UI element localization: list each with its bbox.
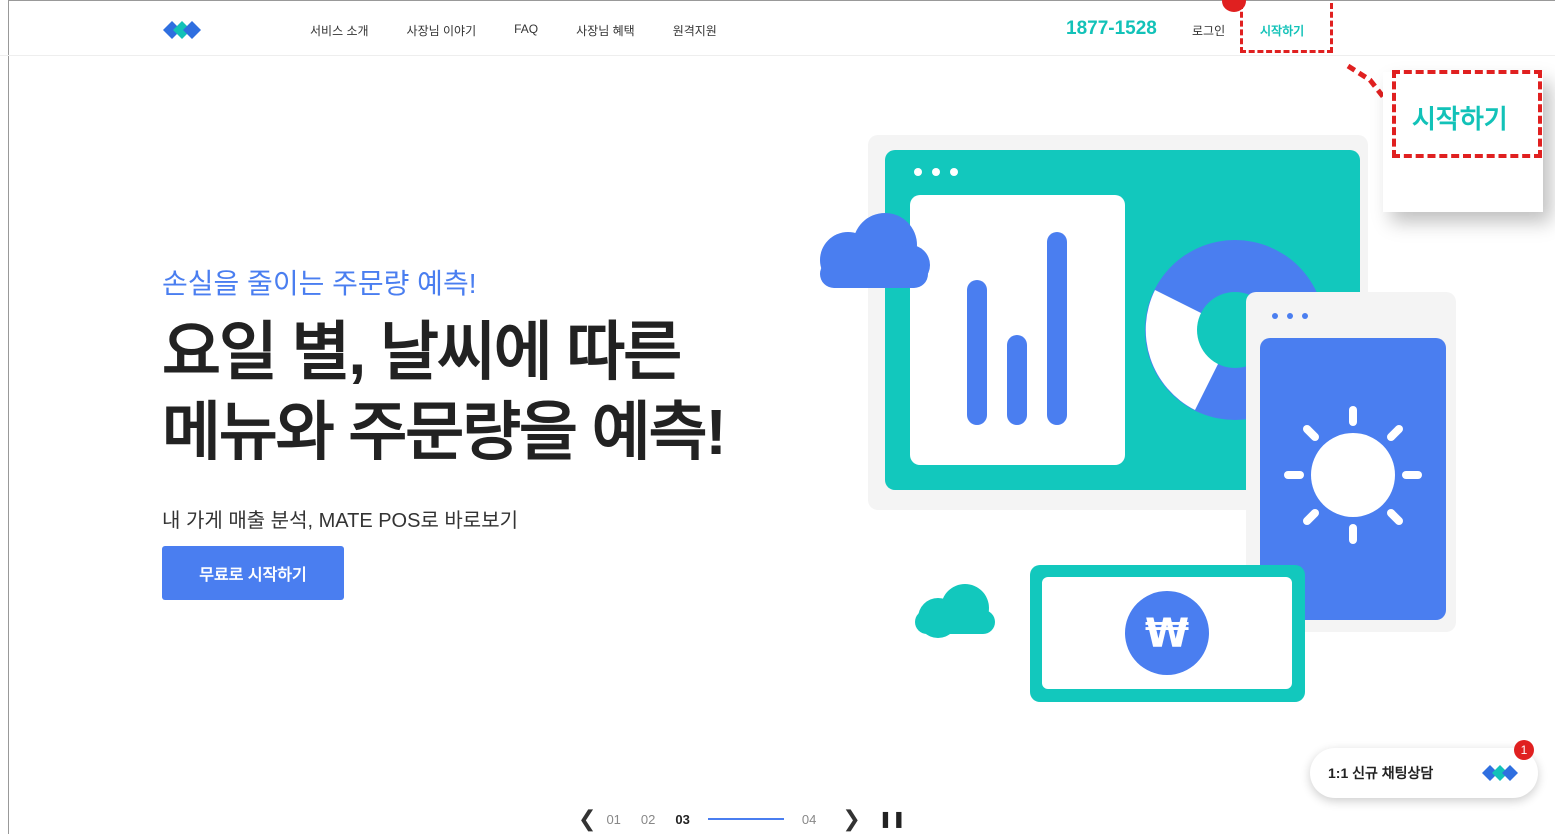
highlight-box — [1240, 3, 1333, 53]
chevron-left-icon[interactable]: ❮ — [578, 806, 596, 832]
nav-item-remote[interactable]: 원격지원 — [673, 22, 717, 39]
chevron-right-icon[interactable]: ❯ — [842, 806, 860, 832]
slide-progress — [707, 818, 784, 820]
slider-controls: ❮ 01 02 03 04 ❯ ❚❚ — [578, 806, 906, 832]
chat-badge: 1 — [1514, 740, 1534, 760]
slide-04[interactable]: 04 — [802, 812, 816, 827]
nav-item-benefits[interactable]: 사장님 혜택 — [576, 22, 635, 39]
nav-item-service[interactable]: 서비스 소개 — [310, 22, 369, 39]
mate-logo[interactable] — [160, 15, 210, 45]
free-start-button[interactable]: 무료로 시작하기 — [162, 546, 344, 600]
hero-title-line2: 메뉴와 주문량을 예측! — [162, 396, 727, 468]
slide-02[interactable]: 02 — [641, 812, 655, 827]
svg-text:₩: ₩ — [1145, 611, 1189, 657]
slide-01[interactable]: 01 — [606, 812, 620, 827]
chat-logo-icon — [1482, 765, 1518, 781]
nav-item-faq[interactable]: FAQ — [514, 22, 538, 39]
hero-title: 요일 별, 날씨에 따른 메뉴와 주문량을 예측! — [162, 312, 727, 472]
hero-subtitle: 손실을 줄이는 주문량 예측! — [162, 268, 477, 299]
pause-icon[interactable]: ❚❚ — [879, 809, 906, 829]
chat-button[interactable]: 1:1 신규 채팅상담 — [1310, 748, 1538, 798]
hero-title-line1: 요일 별, 날씨에 따른 — [162, 316, 682, 388]
nav-item-stories[interactable]: 사장님 이야기 — [407, 22, 477, 39]
hero-illustration: ₩ — [820, 135, 1456, 702]
slide-03[interactable]: 03 — [675, 812, 689, 827]
chat-label: 1:1 신규 채팅상담 — [1328, 765, 1434, 781]
phone-number[interactable]: 1877-1528 — [1066, 18, 1157, 40]
login-link[interactable]: 로그인 — [1192, 22, 1225, 39]
hero-description: 내 가게 매출 분석, MATE POS로 바로보기 — [162, 510, 519, 532]
main-nav: 서비스 소개 사장님 이야기 FAQ 사장님 혜택 원격지원 — [310, 22, 717, 39]
